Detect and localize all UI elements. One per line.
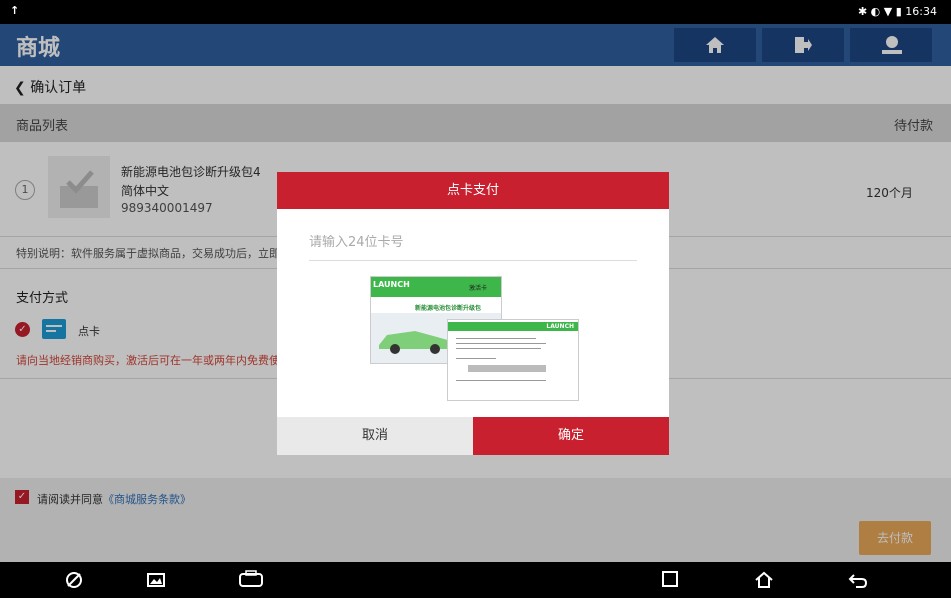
activation-card-back: LAUNCH bbox=[447, 319, 579, 401]
vci-icon[interactable] bbox=[238, 570, 264, 590]
status-bar: ↑ ✱ ◐ ▼ ▮ 16:34 bbox=[0, 0, 951, 24]
back-nav-icon[interactable] bbox=[848, 570, 868, 590]
android-nav-bar bbox=[0, 562, 951, 598]
dialog-title: 点卡支付 bbox=[277, 172, 669, 209]
card-front-brand: LAUNCH bbox=[373, 280, 410, 289]
card-number-input[interactable] bbox=[309, 235, 637, 261]
status-icons: ✱ ◐ ▼ ▮ 16:34 bbox=[857, 5, 937, 18]
browser-icon[interactable] bbox=[64, 570, 84, 590]
recent-apps-icon[interactable] bbox=[661, 570, 679, 588]
upload-icon: ↑ bbox=[10, 4, 20, 17]
card-front-product: 新能源电池包诊断升级包 bbox=[415, 305, 482, 312]
status-time: 16:34 bbox=[905, 5, 937, 18]
cancel-button[interactable]: 取消 bbox=[277, 417, 473, 455]
car-image bbox=[379, 331, 451, 354]
home-nav-icon[interactable] bbox=[754, 570, 774, 590]
confirm-button[interactable]: 确定 bbox=[473, 417, 669, 455]
card-front-tag: 激活卡 bbox=[468, 285, 487, 292]
card-payment-dialog: 点卡支付 LAUNCH 激活卡 新能源电池包诊断升级包 LAUNCH 取消 确定 bbox=[277, 172, 669, 455]
gallery-icon[interactable] bbox=[146, 570, 166, 590]
card-back-brand: LAUNCH bbox=[546, 323, 574, 330]
